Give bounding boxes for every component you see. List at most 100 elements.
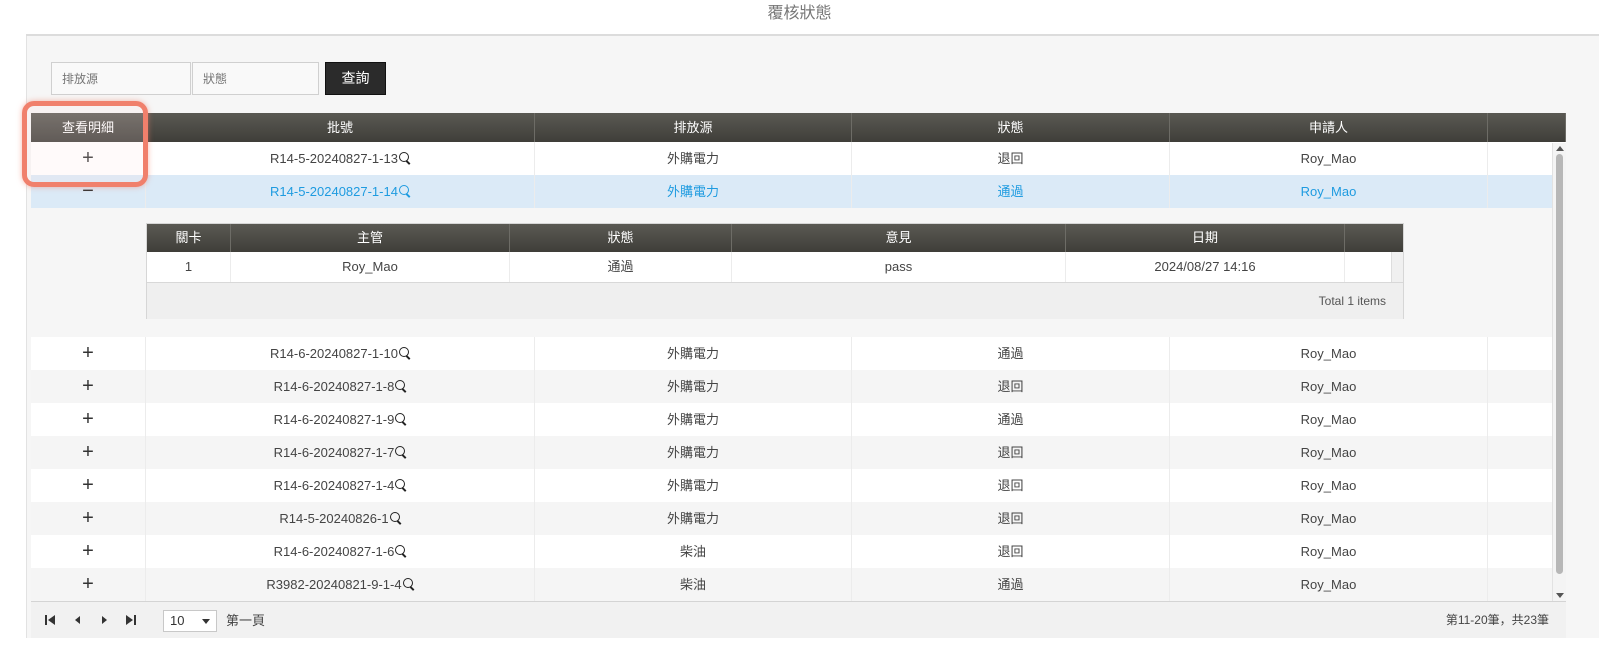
subgrid-header-date[interactable]: 日期 bbox=[1066, 224, 1345, 252]
batch-number: R14-5-20240827-1-14 bbox=[270, 184, 398, 199]
batch-number: R14-6-20240827-1-9 bbox=[273, 412, 395, 427]
magnifier-icon[interactable] bbox=[398, 185, 410, 197]
applicant-cell: Roy_Mao bbox=[1170, 568, 1488, 601]
source-cell: 外購電力 bbox=[535, 370, 852, 403]
subgrid-header: 關卡 主管 狀態 意見 日期 bbox=[147, 224, 1403, 252]
table-row[interactable]: + R3982-20240821-9-1-4 柴油 通過 Roy_Mao bbox=[31, 568, 1552, 601]
source-cell: 柴油 bbox=[535, 568, 852, 601]
chevron-down-icon bbox=[202, 619, 210, 624]
expand-row-button[interactable]: + bbox=[31, 568, 146, 601]
table-row[interactable]: + R14-6-20240827-1-7 外購電力 退回 Roy_Mao bbox=[31, 436, 1552, 469]
table-row[interactable]: + R14-6-20240827-1-10 外購電力 通過 Roy_Mao bbox=[31, 337, 1552, 370]
query-button[interactable]: 查詢 bbox=[325, 62, 386, 95]
source-cell: 柴油 bbox=[535, 535, 852, 568]
expand-row-button[interactable]: + bbox=[31, 469, 146, 502]
table-row[interactable]: + R14-5-20240827-1-13 外購電力 退回 Roy_Mao bbox=[31, 142, 1552, 175]
batch-number: R14-6-20240827-1-7 bbox=[273, 445, 395, 460]
page-label: 第一頁 bbox=[226, 613, 266, 628]
detail-subgrid: 關卡 主管 狀態 意見 日期 1 Roy_Mao 通過 pass 2024/08… bbox=[146, 223, 1404, 319]
magnifier-icon[interactable] bbox=[398, 347, 410, 359]
magnifier-icon[interactable] bbox=[395, 446, 406, 458]
magnifier-icon[interactable] bbox=[395, 545, 406, 557]
annotation-highlight-box bbox=[22, 101, 148, 187]
magnifier-icon[interactable] bbox=[389, 512, 401, 524]
batch-cell: R14-6-20240827-1-6 bbox=[146, 535, 535, 568]
date-cell: 2024/08/27 14:16 bbox=[1066, 252, 1345, 282]
comment-cell: pass bbox=[732, 252, 1066, 282]
scroll-down-arrow-icon[interactable] bbox=[1556, 593, 1564, 598]
table-row[interactable]: + R14-6-20240827-1-4 外購電力 退回 Roy_Mao bbox=[31, 469, 1552, 502]
applicant-cell: Roy_Mao bbox=[1170, 535, 1488, 568]
batch-cell: R3982-20240821-9-1-4 bbox=[146, 568, 535, 601]
table-row-selected[interactable]: − R14-5-20240827-1-14 外購電力 通過 Roy_Mao bbox=[31, 175, 1552, 208]
batch-cell: R14-5-20240827-1-13 bbox=[146, 142, 535, 175]
status-cell: 退回 bbox=[852, 502, 1170, 535]
expand-row-button[interactable]: + bbox=[31, 403, 146, 436]
expand-row-button[interactable]: + bbox=[31, 436, 146, 469]
batch-number: R14-6-20240827-1-4 bbox=[273, 478, 395, 493]
record-range: 第11-20筆，共23筆 bbox=[1445, 613, 1549, 627]
source-cell: 外購電力 bbox=[535, 502, 852, 535]
expand-row-button[interactable]: + bbox=[31, 535, 146, 568]
expand-row-button[interactable]: + bbox=[31, 370, 146, 403]
table-row[interactable]: + R14-5-20240826-1 外購電力 退回 Roy_Mao bbox=[31, 502, 1552, 535]
manager-cell: Roy_Mao bbox=[231, 252, 510, 282]
subgrid-row[interactable]: 1 Roy_Mao 通過 pass 2024/08/27 14:16 bbox=[147, 252, 1403, 282]
subgrid-header-comment[interactable]: 意見 bbox=[732, 224, 1066, 252]
pagination-bar: 10 第一頁 第11-20筆，共23筆 bbox=[31, 601, 1566, 638]
grid-header: 查看明細 批號 排放源 狀態 申請人 bbox=[31, 113, 1566, 142]
status-cell: 退回 bbox=[852, 535, 1170, 568]
stage-cell: 1 bbox=[147, 252, 231, 282]
status-cell: 退回 bbox=[852, 142, 1170, 175]
magnifier-icon[interactable] bbox=[398, 152, 410, 164]
batch-cell: R14-6-20240827-1-7 bbox=[146, 436, 535, 469]
expand-row-button[interactable]: + bbox=[31, 337, 146, 370]
status-search-input[interactable] bbox=[192, 62, 319, 95]
expand-row-button[interactable]: + bbox=[31, 502, 146, 535]
grid-vertical-scrollbar[interactable] bbox=[1552, 143, 1566, 601]
source-cell: 外購電力 bbox=[535, 175, 852, 208]
table-row[interactable]: + R14-6-20240827-1-9 外購電力 通過 Roy_Mao bbox=[31, 403, 1552, 436]
status-cell: 通過 bbox=[852, 175, 1170, 208]
table-row[interactable]: + R14-6-20240827-1-6 柴油 退回 Roy_Mao bbox=[31, 535, 1552, 568]
magnifier-icon[interactable] bbox=[395, 413, 406, 425]
subgrid-header-status[interactable]: 狀態 bbox=[510, 224, 732, 252]
subgrid-header-stage[interactable]: 關卡 bbox=[147, 224, 231, 252]
first-page-icon[interactable] bbox=[43, 613, 57, 627]
column-header-status[interactable]: 狀態 bbox=[852, 113, 1170, 142]
batch-cell: R14-6-20240827-1-4 bbox=[146, 469, 535, 502]
next-page-icon[interactable] bbox=[97, 613, 111, 627]
batch-number: R14-5-20240827-1-13 bbox=[270, 151, 398, 166]
applicant-cell: Roy_Mao bbox=[1170, 370, 1488, 403]
scroll-thumb[interactable] bbox=[1556, 154, 1563, 574]
page-title: 覆核狀態 bbox=[767, 5, 832, 22]
applicant-cell: Roy_Mao bbox=[1170, 403, 1488, 436]
last-page-icon[interactable] bbox=[124, 613, 138, 627]
column-header-source[interactable]: 排放源 bbox=[535, 113, 852, 142]
source-cell: 外購電力 bbox=[535, 469, 852, 502]
magnifier-icon[interactable] bbox=[395, 479, 406, 491]
subgrid-header-manager[interactable]: 主管 bbox=[231, 224, 510, 252]
column-header-applicant[interactable]: 申請人 bbox=[1170, 113, 1488, 142]
scroll-up-arrow-icon[interactable] bbox=[1556, 146, 1564, 151]
batch-cell: R14-6-20240827-1-8 bbox=[146, 370, 535, 403]
magnifier-icon[interactable] bbox=[395, 380, 406, 392]
status-cell: 退回 bbox=[852, 469, 1170, 502]
subgrid-scrollbar[interactable] bbox=[1391, 252, 1403, 282]
batch-number: R14-5-20240826-1 bbox=[279, 511, 389, 526]
status-cell: 通過 bbox=[852, 337, 1170, 370]
status-cell: 退回 bbox=[852, 370, 1170, 403]
column-header-spacer bbox=[1488, 113, 1566, 142]
batch-number: R14-6-20240827-1-10 bbox=[270, 346, 398, 361]
source-search-input[interactable] bbox=[51, 62, 191, 95]
batch-number: R14-6-20240827-1-6 bbox=[273, 544, 395, 559]
page-size-select[interactable]: 10 bbox=[163, 610, 217, 632]
magnifier-icon[interactable] bbox=[402, 578, 414, 590]
table-row[interactable]: + R14-6-20240827-1-8 外購電力 退回 Roy_Mao bbox=[31, 370, 1552, 403]
subgrid-total: Total 1 items bbox=[1318, 294, 1386, 308]
source-cell: 外購電力 bbox=[535, 142, 852, 175]
subgrid-footer: Total 1 items bbox=[147, 282, 1403, 319]
status-cell: 通過 bbox=[852, 403, 1170, 436]
column-header-batch[interactable]: 批號 bbox=[146, 113, 535, 142]
prev-page-icon[interactable] bbox=[71, 613, 85, 627]
